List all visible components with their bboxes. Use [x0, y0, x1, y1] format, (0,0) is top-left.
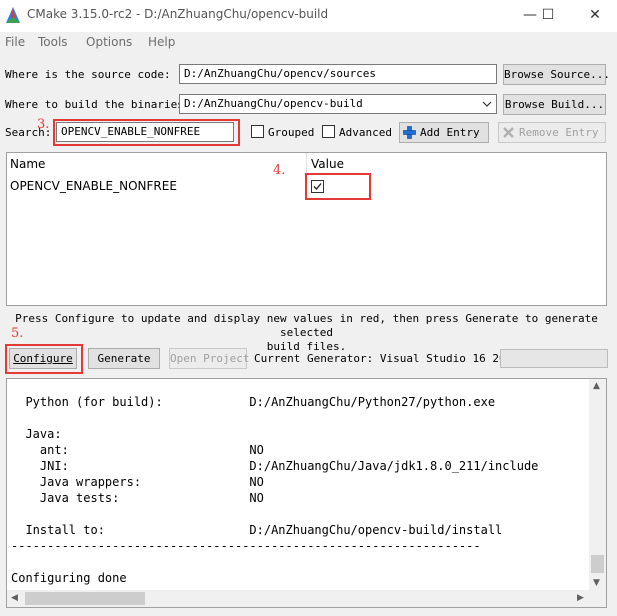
menu-file[interactable]: File: [5, 35, 25, 49]
log-line: ----------------------------------------…: [11, 539, 481, 553]
maximize-icon[interactable]: ☐: [538, 6, 558, 26]
build-label: Where to build the binaries:: [5, 98, 191, 111]
scroll-left-icon[interactable]: ◀: [11, 593, 18, 603]
vertical-scrollbar[interactable]: ▲ ▼: [589, 379, 606, 591]
scroll-right-icon[interactable]: ▶: [577, 593, 584, 603]
build-path-combo[interactable]: D:/AnZhuangChu/opencv-build: [179, 94, 497, 114]
menu-options[interactable]: Options: [86, 35, 132, 49]
menu-help[interactable]: Help: [148, 35, 175, 49]
log-line: Python (for build): D:/AnZhuangChu/Pytho…: [11, 395, 496, 409]
remove-entry-button[interactable]: Remove Entry: [498, 122, 606, 143]
remove-entry-label: Remove Entry: [519, 126, 599, 139]
log-line: JNI: D:/AnZhuangChu/Java/jdk1.8.0_211/in…: [11, 459, 539, 473]
generate-button[interactable]: Generate: [88, 348, 160, 369]
grouped-checkbox[interactable]: [251, 125, 264, 138]
annotation-box-value: [305, 173, 371, 200]
build-path-value: D:/AnZhuangChu/opencv-build: [184, 97, 363, 110]
chevron-down-icon[interactable]: [481, 98, 493, 110]
log-line: Java wrappers: NO: [11, 475, 264, 489]
annotation-step-3: 3.: [37, 117, 50, 132]
cache-entry-name[interactable]: OPENCV_ENABLE_NONFREE: [10, 179, 177, 193]
open-project-button[interactable]: Open Project: [169, 348, 249, 369]
log-line: Install to: D:/AnZhuangChu/opencv-build/…: [11, 523, 503, 537]
minimize-icon[interactable]: —: [520, 6, 540, 26]
grouped-label: Grouped: [268, 126, 315, 139]
browse-source-button[interactable]: Browse Source...: [503, 64, 610, 85]
cmake-icon: [6, 7, 20, 23]
remove-icon: [503, 127, 514, 138]
menu-tools[interactable]: Tools: [38, 35, 68, 49]
progress-bar: [500, 349, 608, 368]
log-line: Configuring done: [11, 571, 127, 585]
scroll-up-icon[interactable]: ▲: [593, 381, 600, 391]
horizontal-scrollbar[interactable]: ◀ ▶: [7, 590, 606, 607]
log-line: Java:: [11, 427, 62, 441]
scroll-down-icon[interactable]: ▼: [593, 578, 600, 588]
close-icon[interactable]: ✕: [585, 6, 605, 26]
output-log[interactable]: Python (for build): D:/AnZhuangChu/Pytho…: [6, 378, 607, 608]
advanced-label: Advanced: [339, 126, 392, 139]
hint-line-1: Press Configure to update and display ne…: [15, 312, 598, 339]
horizontal-scroll-thumb[interactable]: [25, 592, 145, 605]
annotation-step-4: 4.: [273, 163, 286, 178]
annotation-box-search: [53, 119, 240, 146]
title-bar: CMake 3.15.0-rc2 - D:/AnZhuangChu/opencv…: [0, 0, 617, 32]
add-entry-button[interactable]: Add Entry: [399, 122, 489, 143]
add-entry-label: Add Entry: [420, 126, 480, 139]
browse-build-button[interactable]: Browse Build...: [503, 94, 606, 115]
column-separator: [306, 153, 307, 173]
column-header-name[interactable]: Name: [10, 157, 45, 171]
current-generator-label: Current Generator: Visual Studio 16 2019: [254, 352, 519, 365]
advanced-checkbox[interactable]: [322, 125, 335, 138]
window-title: CMake 3.15.0-rc2 - D:/AnZhuangChu/opencv…: [27, 7, 329, 21]
plus-icon: [403, 126, 416, 139]
log-line: ant: NO: [11, 443, 264, 457]
source-label: Where is the source code:: [5, 68, 171, 81]
menu-bar: File Tools Options Help: [0, 32, 617, 54]
annotation-step-5: 5.: [11, 326, 24, 341]
column-header-value[interactable]: Value: [311, 157, 344, 171]
source-path-input[interactable]: D:/AnZhuangChu/opencv/sources: [179, 64, 497, 84]
log-line: Java tests: NO: [11, 491, 264, 505]
annotation-box-configure: [5, 344, 83, 374]
vertical-scroll-thumb[interactable]: [591, 555, 604, 573]
